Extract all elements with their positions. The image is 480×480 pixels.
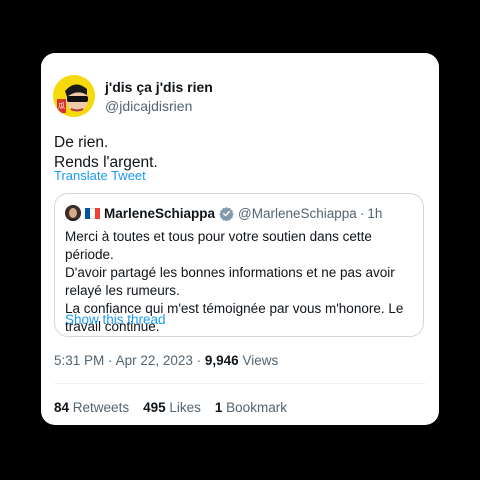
tweet-text-line: De rien. xyxy=(54,134,109,151)
bookmarks-stat[interactable]: 1 Bookmark xyxy=(215,400,287,415)
separator-dot: · xyxy=(359,205,365,221)
svg-text:瓜: 瓜 xyxy=(58,102,65,110)
author-handle[interactable]: @jdicajdisrien xyxy=(105,98,192,114)
quoted-author-handle[interactable]: @MarleneSchiappa xyxy=(238,206,357,221)
engagement-stats: 84 Retweets 495 Likes 1 Bookmark xyxy=(54,400,287,415)
quoted-tweet-header: MarleneSchiappa @MarleneSchiappa · 1h xyxy=(65,204,382,222)
tweet-time[interactable]: 5:31 PM xyxy=(54,353,104,368)
tweet-metadata: 5:31 PM · Apr 22, 2023 · 9,946 Views xyxy=(54,353,278,368)
bookmarks-count: 1 xyxy=(214,400,223,415)
likes-label: Likes xyxy=(169,400,201,415)
portrait-icon xyxy=(65,205,81,221)
tweet-text: De rien. Rends l'argent. xyxy=(54,133,158,173)
quoted-author-name[interactable]: MarleneSchiappa xyxy=(104,206,215,221)
retweets-count: 84 xyxy=(54,400,70,415)
bookmarks-label: Bookmark xyxy=(226,400,287,415)
likes-stat[interactable]: 495 Likes xyxy=(143,400,201,415)
france-flag-icon xyxy=(85,207,100,219)
likes-count: 495 xyxy=(143,400,166,415)
avatar-illustration-icon: 瓜 xyxy=(53,75,95,117)
quoted-tweet[interactable]: MarleneSchiappa @MarleneSchiappa · 1h Me… xyxy=(54,193,424,337)
author-name[interactable]: j'dis ça j'dis rien xyxy=(105,79,213,95)
quoted-tweet-time[interactable]: 1h xyxy=(367,206,382,221)
divider xyxy=(54,383,426,384)
quoted-author-avatar[interactable] xyxy=(65,205,81,221)
views-count: 9,946 xyxy=(204,353,239,368)
quoted-text-line: D'avoir partagé les bonnes informations … xyxy=(65,265,395,298)
views-label: Views xyxy=(242,353,279,368)
retweets-label: Retweets xyxy=(72,400,130,415)
author-avatar[interactable]: 瓜 xyxy=(53,75,95,117)
quoted-text-line: Merci à toutes et tous pour votre soutie… xyxy=(65,229,372,262)
verified-badge-icon xyxy=(219,206,234,221)
tweet-date[interactable]: Apr 22, 2023 xyxy=(116,353,193,368)
tweet-card: 瓜 j'dis ça j'dis rien @jdicajdisrien De … xyxy=(41,53,439,425)
show-thread-link[interactable]: Show this thread xyxy=(65,312,166,327)
retweets-stat[interactable]: 84 Retweets xyxy=(54,400,129,415)
translate-tweet-link[interactable]: Translate Tweet xyxy=(54,168,146,183)
separator-dot: · xyxy=(108,353,113,368)
separator-dot: · xyxy=(196,353,202,368)
